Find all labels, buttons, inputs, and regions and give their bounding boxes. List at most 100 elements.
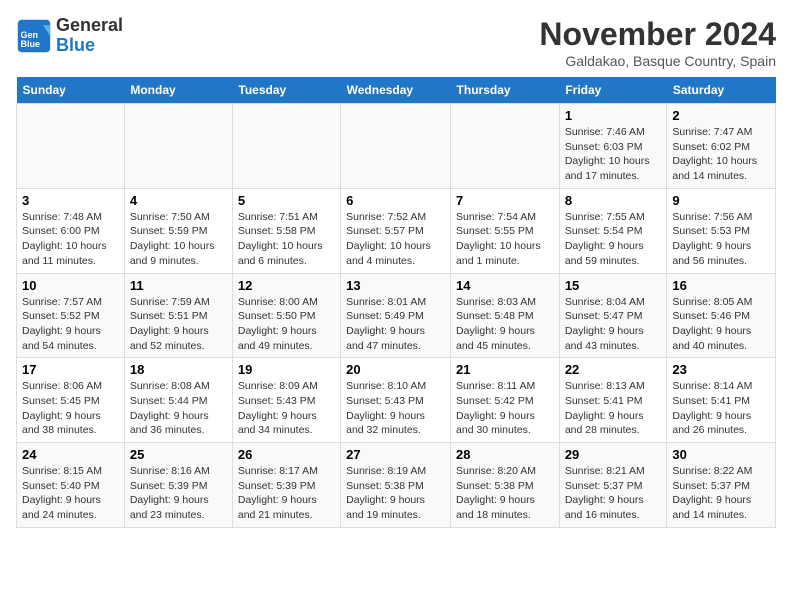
day-info: Sunrise: 8:13 AMSunset: 5:41 PMDaylight:…: [565, 379, 662, 438]
calendar-cell: 23 Sunrise: 8:14 AMSunset: 5:41 PMDayligh…: [667, 358, 776, 443]
day-info: Sunrise: 7:59 AMSunset: 5:51 PMDaylight:…: [130, 295, 227, 354]
day-number: 14: [456, 278, 554, 293]
calendar-cell: 12 Sunrise: 8:00 AMSunset: 5:50 PMDayligh…: [232, 273, 340, 358]
day-info: Sunrise: 7:56 AMSunset: 5:53 PMDaylight:…: [672, 210, 770, 269]
calendar-cell: 24 Sunrise: 8:15 AMSunset: 5:40 PMDayligh…: [17, 443, 125, 528]
day-info: Sunrise: 8:10 AMSunset: 5:43 PMDaylight:…: [346, 379, 445, 438]
day-info: Sunrise: 8:22 AMSunset: 5:37 PMDaylight:…: [672, 464, 770, 523]
day-info: Sunrise: 8:01 AMSunset: 5:49 PMDaylight:…: [346, 295, 445, 354]
day-number: 29: [565, 447, 662, 462]
calendar-cell: 9 Sunrise: 7:56 AMSunset: 5:53 PMDaylight…: [667, 188, 776, 273]
week-row-2: 3 Sunrise: 7:48 AMSunset: 6:00 PMDaylight…: [17, 188, 776, 273]
day-header-monday: Monday: [124, 77, 232, 104]
logo-blue: Blue: [56, 35, 95, 55]
day-info: Sunrise: 7:51 AMSunset: 5:58 PMDaylight:…: [238, 210, 335, 269]
calendar-table: SundayMondayTuesdayWednesdayThursdayFrid…: [16, 77, 776, 528]
svg-text:Blue: Blue: [21, 39, 41, 49]
location: Galdakao, Basque Country, Spain: [539, 53, 776, 69]
day-number: 27: [346, 447, 445, 462]
day-info: Sunrise: 8:20 AMSunset: 5:38 PMDaylight:…: [456, 464, 554, 523]
logo-icon: Gen Blue: [16, 18, 52, 54]
day-number: 9: [672, 193, 770, 208]
week-row-5: 24 Sunrise: 8:15 AMSunset: 5:40 PMDayligh…: [17, 443, 776, 528]
calendar-cell: 20Sunrise: 8:10 AMSunset: 5:43 PMDayligh…: [341, 358, 451, 443]
day-info: Sunrise: 8:19 AMSunset: 5:38 PMDaylight:…: [346, 464, 445, 523]
logo: Gen Blue General Blue: [16, 16, 123, 56]
calendar-cell: 10 Sunrise: 7:57 AMSunset: 5:52 PMDayligh…: [17, 273, 125, 358]
day-number: 3: [22, 193, 119, 208]
calendar-cell: 4 Sunrise: 7:50 AMSunset: 5:59 PMDaylight…: [124, 188, 232, 273]
calendar-cell: [232, 104, 340, 189]
day-number: 1: [565, 108, 662, 123]
day-number: 11: [130, 278, 227, 293]
calendar-cell: 7Sunrise: 7:54 AMSunset: 5:55 PMDaylight…: [451, 188, 560, 273]
calendar-cell: 29 Sunrise: 8:21 AMSunset: 5:37 PMDayligh…: [559, 443, 667, 528]
day-info: Sunrise: 8:16 AMSunset: 5:39 PMDaylight:…: [130, 464, 227, 523]
calendar-cell: 14 Sunrise: 8:03 AMSunset: 5:48 PMDayligh…: [451, 273, 560, 358]
calendar-cell: 1 Sunrise: 7:46 AMSunset: 6:03 PMDaylight…: [559, 104, 667, 189]
day-number: 2: [672, 108, 770, 123]
calendar-header-row: SundayMondayTuesdayWednesdayThursdayFrid…: [17, 77, 776, 104]
calendar-cell: 5 Sunrise: 7:51 AMSunset: 5:58 PMDaylight…: [232, 188, 340, 273]
calendar-cell: [17, 104, 125, 189]
day-info: Sunrise: 7:57 AMSunset: 5:52 PMDaylight:…: [22, 295, 119, 354]
title-area: November 2024 Galdakao, Basque Country, …: [539, 16, 776, 69]
day-number: 15: [565, 278, 662, 293]
day-number: 6: [346, 193, 445, 208]
day-info: Sunrise: 8:09 AMSunset: 5:43 PMDaylight:…: [238, 379, 335, 438]
calendar-cell: 8Sunrise: 7:55 AMSunset: 5:54 PMDaylight…: [559, 188, 667, 273]
calendar-cell: 26Sunrise: 8:17 AMSunset: 5:39 PMDayligh…: [232, 443, 340, 528]
day-number: 23: [672, 362, 770, 377]
day-number: 12: [238, 278, 335, 293]
day-header-wednesday: Wednesday: [341, 77, 451, 104]
day-info: Sunrise: 7:48 AMSunset: 6:00 PMDaylight:…: [22, 210, 119, 269]
calendar-cell: 27 Sunrise: 8:19 AMSunset: 5:38 PMDayligh…: [341, 443, 451, 528]
calendar-cell: 22 Sunrise: 8:13 AMSunset: 5:41 PMDayligh…: [559, 358, 667, 443]
calendar-cell: 18Sunrise: 8:08 AMSunset: 5:44 PMDayligh…: [124, 358, 232, 443]
day-number: 25: [130, 447, 227, 462]
day-info: Sunrise: 8:15 AMSunset: 5:40 PMDaylight:…: [22, 464, 119, 523]
day-info: Sunrise: 7:50 AMSunset: 5:59 PMDaylight:…: [130, 210, 227, 269]
day-header-thursday: Thursday: [451, 77, 560, 104]
day-info: Sunrise: 8:00 AMSunset: 5:50 PMDaylight:…: [238, 295, 335, 354]
calendar-cell: 17 Sunrise: 8:06 AMSunset: 5:45 PMDayligh…: [17, 358, 125, 443]
week-row-3: 10 Sunrise: 7:57 AMSunset: 5:52 PMDayligh…: [17, 273, 776, 358]
day-number: 8: [565, 193, 662, 208]
day-number: 26: [238, 447, 335, 462]
day-info: Sunrise: 8:21 AMSunset: 5:37 PMDaylight:…: [565, 464, 662, 523]
calendar-cell: 28 Sunrise: 8:20 AMSunset: 5:38 PMDayligh…: [451, 443, 560, 528]
calendar-cell: 30Sunrise: 8:22 AMSunset: 5:37 PMDayligh…: [667, 443, 776, 528]
day-info: Sunrise: 8:14 AMSunset: 5:41 PMDaylight:…: [672, 379, 770, 438]
day-number: 16: [672, 278, 770, 293]
calendar-cell: 13 Sunrise: 8:01 AMSunset: 5:49 PMDayligh…: [341, 273, 451, 358]
calendar-cell: 3 Sunrise: 7:48 AMSunset: 6:00 PMDaylight…: [17, 188, 125, 273]
day-number: 18: [130, 362, 227, 377]
day-number: 24: [22, 447, 119, 462]
day-number: 13: [346, 278, 445, 293]
day-header-sunday: Sunday: [17, 77, 125, 104]
day-info: Sunrise: 8:05 AMSunset: 5:46 PMDaylight:…: [672, 295, 770, 354]
calendar-cell: [451, 104, 560, 189]
calendar-cell: 21Sunrise: 8:11 AMSunset: 5:42 PMDayligh…: [451, 358, 560, 443]
logo-text: General Blue: [56, 16, 123, 56]
day-info: Sunrise: 7:47 AMSunset: 6:02 PMDaylight:…: [672, 125, 770, 184]
calendar-cell: [341, 104, 451, 189]
calendar-cell: 15 Sunrise: 8:04 AMSunset: 5:47 PMDayligh…: [559, 273, 667, 358]
day-info: Sunrise: 7:52 AMSunset: 5:57 PMDaylight:…: [346, 210, 445, 269]
day-number: 10: [22, 278, 119, 293]
calendar-cell: 6 Sunrise: 7:52 AMSunset: 5:57 PMDaylight…: [341, 188, 451, 273]
day-number: 19: [238, 362, 335, 377]
day-info: Sunrise: 7:46 AMSunset: 6:03 PMDaylight:…: [565, 125, 662, 184]
logo-general: General: [56, 15, 123, 35]
day-number: 28: [456, 447, 554, 462]
day-info: Sunrise: 8:06 AMSunset: 5:45 PMDaylight:…: [22, 379, 119, 438]
calendar-cell: 2 Sunrise: 7:47 AMSunset: 6:02 PMDaylight…: [667, 104, 776, 189]
day-number: 22: [565, 362, 662, 377]
calendar-cell: [124, 104, 232, 189]
day-header-tuesday: Tuesday: [232, 77, 340, 104]
day-number: 5: [238, 193, 335, 208]
day-number: 4: [130, 193, 227, 208]
day-number: 17: [22, 362, 119, 377]
day-info: Sunrise: 8:03 AMSunset: 5:48 PMDaylight:…: [456, 295, 554, 354]
day-info: Sunrise: 8:04 AMSunset: 5:47 PMDaylight:…: [565, 295, 662, 354]
